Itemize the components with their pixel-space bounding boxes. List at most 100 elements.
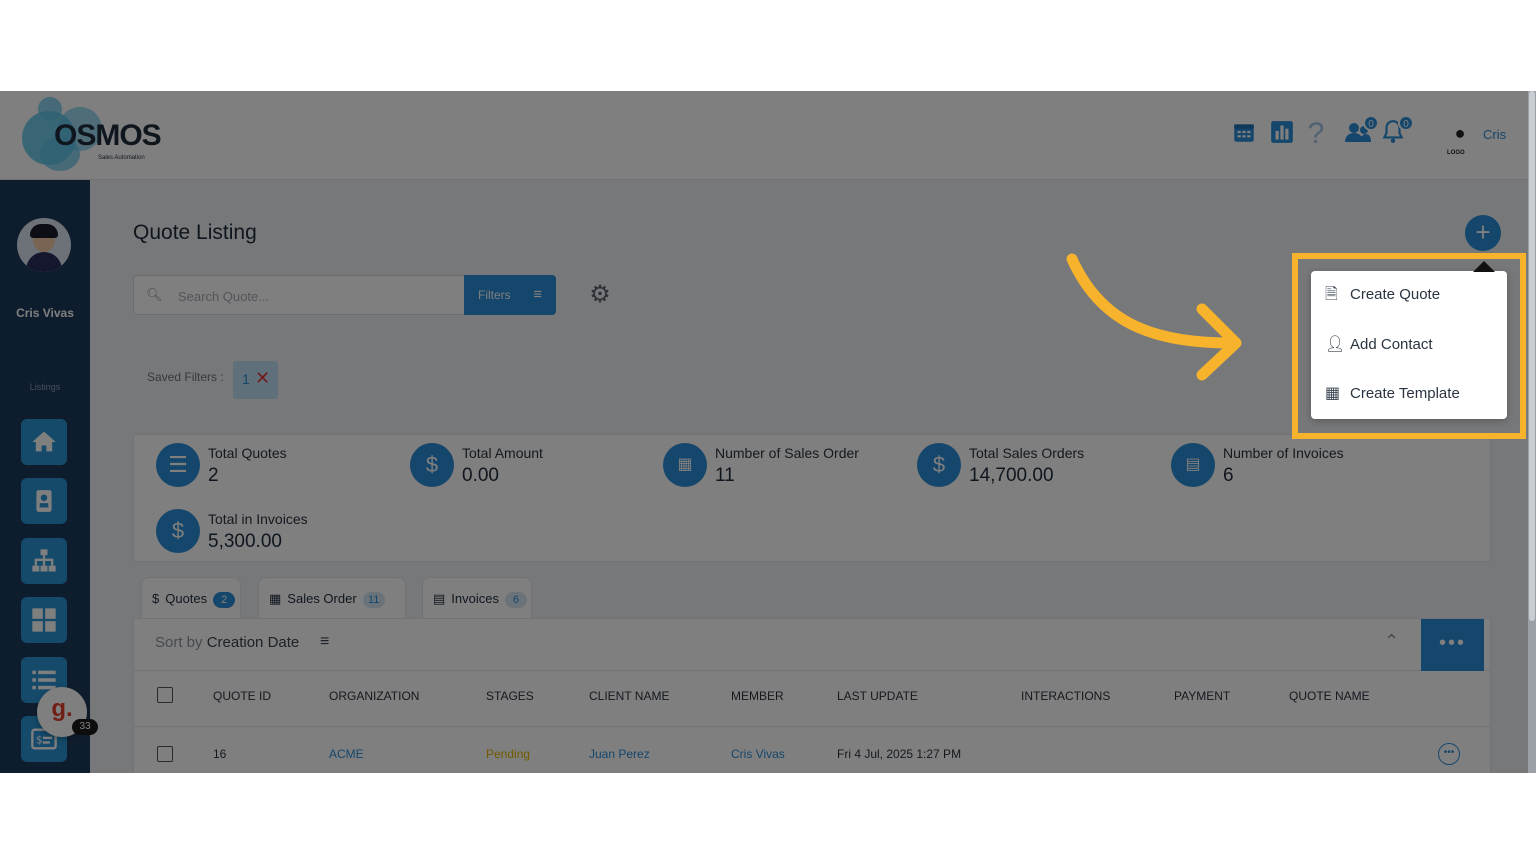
sort-field: Creation Date (206, 634, 300, 651)
sidebar-section-label: Listings (29, 382, 61, 392)
page-title: Quote Listing (133, 221, 257, 244)
company-logo-icon[interactable]: ● LOGO (1445, 119, 1475, 156)
column-header[interactable]: CLIENT NAME (589, 689, 669, 703)
saved-filter-chip[interactable]: 1 ✕ (233, 361, 278, 399)
row-actions-button[interactable]: ••• (1438, 743, 1460, 765)
cell-last-update: Fri 4 Jul, 2025 1:27 PM (837, 747, 962, 761)
filters-label: Filters (478, 288, 511, 302)
filter-lines-icon: ≡ (533, 286, 542, 303)
stat-label: Total Quotes (208, 445, 287, 461)
dropdown-caret (1473, 261, 1495, 272)
column-header[interactable]: QUOTE ID (213, 689, 271, 703)
header-user-name[interactable]: Cris (1483, 127, 1506, 142)
tab-count: 11 (362, 592, 385, 608)
app-frame: OSMOS Sales Automation ? 0 0 ● LOGO Cris … (0, 91, 1536, 773)
tab-invoices[interactable]: ▤ Invoices 6 (422, 577, 532, 619)
template-icon: ▦ (1325, 385, 1341, 402)
cell-stage: Pending (486, 747, 531, 761)
osmos-logo[interactable]: OSMOS Sales Automation (18, 97, 168, 175)
column-header[interactable]: PAYMENT (1174, 689, 1230, 703)
close-icon[interactable]: ✕ (255, 368, 270, 389)
scrollbar-thumb[interactable] (1529, 91, 1535, 621)
row-divider (134, 726, 1492, 727)
tab-sales-order[interactable]: ▦ Sales Order 11 (258, 577, 406, 619)
user-add-icon: 👤︎ (1325, 336, 1346, 353)
help-icon[interactable]: ? (1301, 119, 1331, 149)
filters-button[interactable]: Filters ≡ (464, 275, 556, 315)
menu-item-add-contact[interactable]: 👤︎ Add Contact (1311, 321, 1507, 369)
cell-organization[interactable]: ACME (329, 747, 364, 761)
sidebar: Cris Vivas Listings $ (0, 180, 90, 773)
sidebar-item-contacts[interactable] (21, 478, 67, 524)
tab-quotes[interactable]: $ Quotes 2 (141, 577, 241, 619)
tab-count: 2 (213, 592, 236, 608)
quote-icon: 🗎︎ (1325, 286, 1338, 303)
menu-item-create-template[interactable]: ▦ Create Template (1311, 370, 1507, 418)
stat-value: 0.00 (462, 465, 499, 486)
dollar-icon: $ (917, 443, 961, 487)
svg-text:$: $ (36, 735, 43, 747)
logo-tagline: Sales Automation (98, 155, 145, 161)
bell-badge: 0 (1398, 115, 1414, 131)
tab-count: 6 (505, 592, 527, 608)
stat-label: Total in Invoices (208, 511, 308, 527)
sort-icon[interactable]: ≡ (320, 633, 329, 651)
chevron-up-icon[interactable]: ⌃ (1384, 631, 1399, 652)
contacts-icon (36, 490, 52, 512)
search-box: 🔍︎ (133, 275, 465, 315)
grid-icon (32, 608, 56, 632)
calendar-icon[interactable] (1229, 119, 1259, 149)
column-header[interactable]: LAST UPDATE (837, 689, 918, 703)
sidebar-user-name: Cris Vivas (16, 306, 74, 320)
sort-prefix: Sort by (155, 634, 203, 651)
company-logo-text: LOGO (1447, 150, 1465, 156)
column-header[interactable]: ORGANIZATION (329, 689, 419, 703)
dollar-icon: $ (156, 509, 200, 553)
bell-icon[interactable]: 0 (1378, 115, 1414, 149)
sidebar-item-dashboard[interactable] (21, 597, 67, 643)
dollar-icon: $ (410, 443, 454, 487)
chat-count-badge: 33 (72, 719, 98, 735)
stat-label: Total Sales Orders (969, 445, 1085, 461)
top-header: OSMOS Sales Automation ? 0 0 ● LOGO Cris (0, 91, 1528, 180)
cash-icon: ▦ (663, 443, 707, 487)
column-header[interactable]: MEMBER (731, 689, 784, 703)
cash-icon: ▦ (269, 591, 282, 606)
menu-item-label: Create Template (1350, 385, 1460, 402)
users-icon[interactable]: 0 (1343, 115, 1379, 149)
search-icon: 🔍︎ (146, 287, 163, 302)
sidebar-item-home[interactable] (21, 419, 67, 465)
select-all-checkbox[interactable] (157, 687, 173, 703)
org-chart-icon (32, 549, 56, 572)
chart-icon[interactable] (1267, 119, 1297, 149)
cell-quote-id: 16 (213, 747, 227, 761)
column-header[interactable]: STAGES (486, 689, 534, 703)
sidebar-item-org-chart[interactable] (21, 538, 67, 584)
tab-label: Sales Order (287, 591, 357, 606)
sort-control[interactable]: Sort by Creation Date (155, 634, 299, 651)
search-input[interactable] (178, 285, 448, 307)
users-badge: 0 (1363, 115, 1379, 131)
scrollbar[interactable] (1528, 91, 1536, 773)
tab-label: Quotes (165, 591, 208, 606)
list-icon: ☰ (156, 443, 200, 487)
column-header[interactable]: QUOTE NAME (1289, 689, 1370, 703)
more-options-button[interactable]: ••• (1421, 619, 1484, 671)
stat-label: Number of Sales Order (715, 445, 859, 461)
cell-client-name[interactable]: Juan Perez (589, 747, 650, 761)
stat-value: 11 (715, 465, 735, 486)
add-button[interactable]: + (1465, 215, 1501, 251)
cell-member[interactable]: Cris Vivas (731, 747, 785, 761)
add-menu-dropdown: 🗎︎ Create Quote 👤︎ Add Contact ▦ Create … (1311, 271, 1507, 419)
pointer-arrow-icon (1066, 253, 1242, 381)
row-checkbox[interactable] (157, 746, 173, 762)
avatar[interactable] (17, 218, 71, 272)
column-header[interactable]: INTERACTIONS (1021, 689, 1110, 703)
stats-card: ☰ Total Quotes 2 $ Total Amount 0.00 ▦ N… (133, 434, 1491, 562)
stat-value: 14,700.00 (969, 465, 1054, 486)
tab-label: Invoices (451, 591, 499, 606)
stat-value: 5,300.00 (208, 531, 282, 552)
menu-item-create-quote[interactable]: 🗎︎ Create Quote (1311, 271, 1507, 319)
stat-value: 6 (1223, 465, 1234, 486)
gear-icon[interactable]: ⚙ (586, 281, 614, 309)
